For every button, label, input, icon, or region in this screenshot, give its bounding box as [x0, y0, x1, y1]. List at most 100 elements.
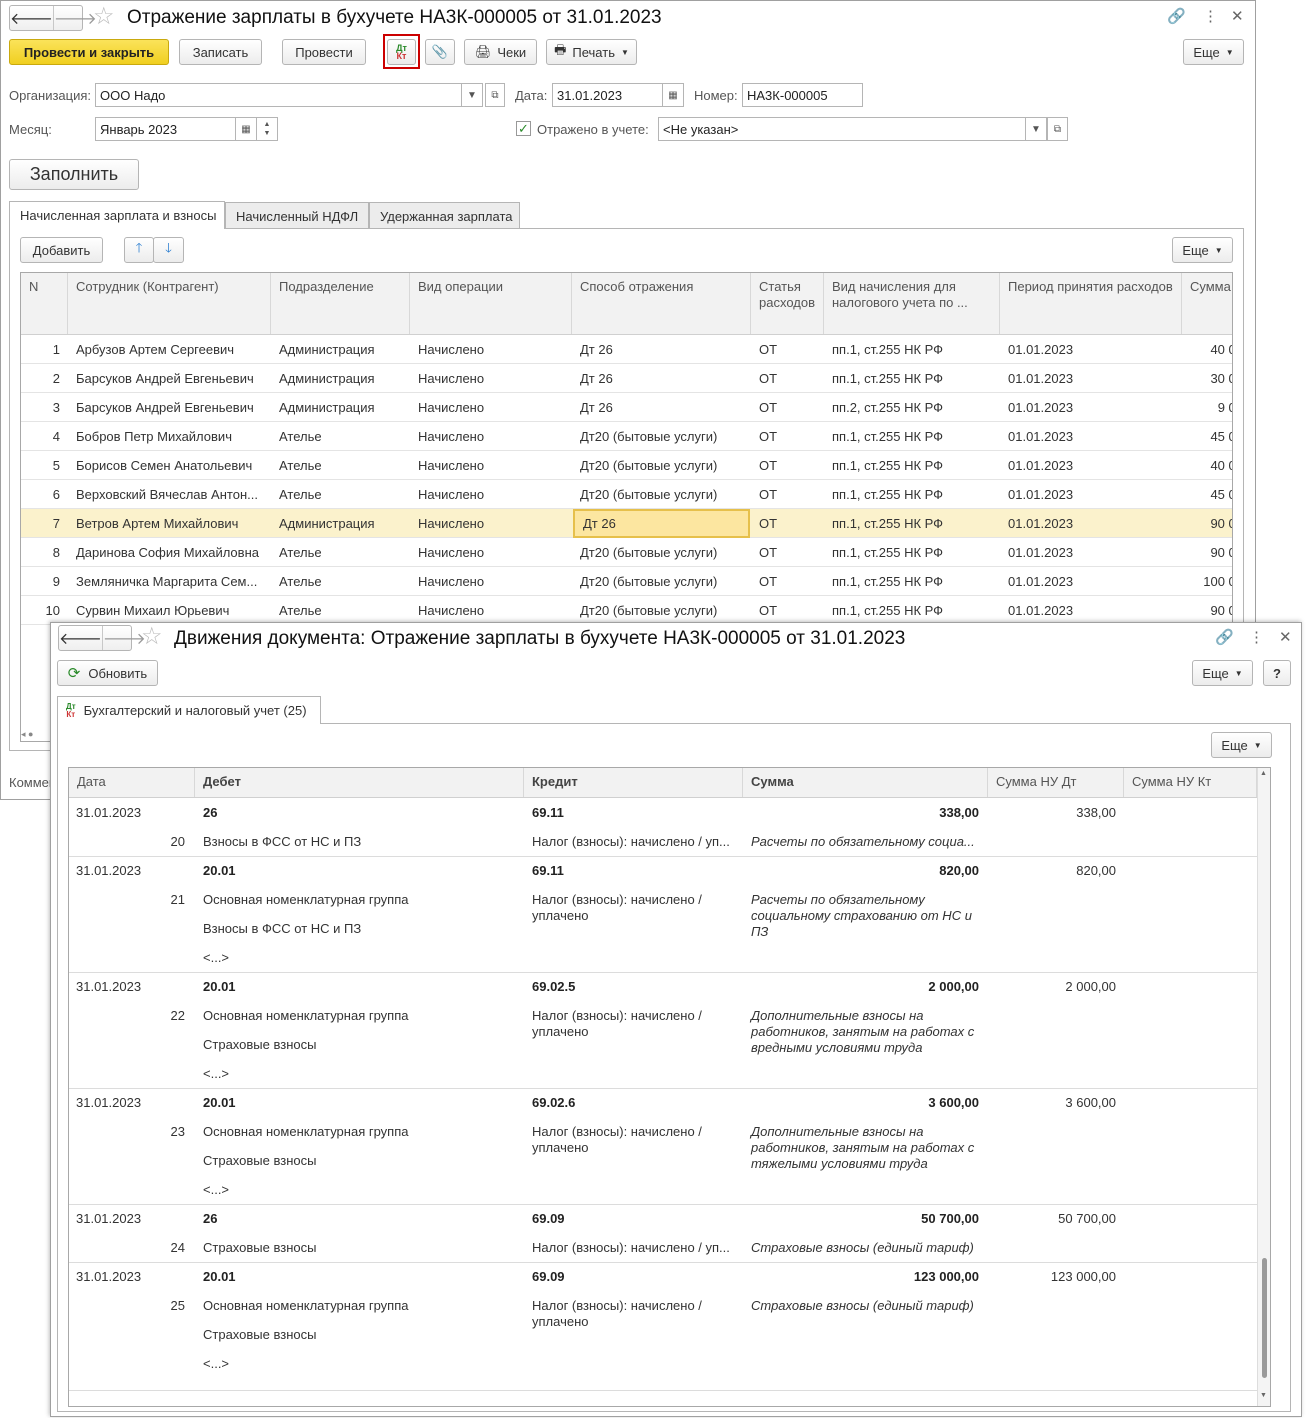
table-cell[interactable]: 01.01.2023 [1000, 596, 1182, 625]
link-icon[interactable]: 🔗 [1167, 7, 1186, 25]
move-up-icon[interactable]: 🡑 [124, 237, 154, 263]
table-cell[interactable]: Начислено [410, 567, 572, 596]
refresh-button[interactable]: ⟳ Обновить [57, 660, 158, 686]
table-cell[interactable]: Администрация [271, 393, 410, 422]
table-cell[interactable]: 01.01.2023 [1000, 538, 1182, 567]
table-cell[interactable]: Начислено [410, 480, 572, 509]
table-row[interactable]: 8 Даринова София Михайловна Ателье Начислен… [21, 538, 1232, 567]
col-sum[interactable]: Сумма [743, 768, 988, 797]
table-cell[interactable]: Бобров Петр Михайлович [68, 422, 271, 451]
more-button[interactable]: Еще ▼ [1183, 39, 1244, 65]
table-cell[interactable]: Ателье [271, 596, 410, 625]
table-cell[interactable]: 45 00 [1182, 480, 1232, 509]
post-button[interactable]: Провести [282, 39, 366, 65]
table-row[interactable]: 5 Борисов Семен Анатольевич Ателье Начислен… [21, 451, 1232, 480]
table-cell[interactable]: ОТ [751, 393, 824, 422]
help-button[interactable]: ? [1263, 660, 1291, 686]
organization-dropdown-icon[interactable]: ▼ [461, 83, 483, 107]
table-cell[interactable]: ОТ [751, 567, 824, 596]
col-expense-period[interactable]: Период принятия расходов [1000, 273, 1182, 334]
table-cell[interactable]: Дт 26 [573, 509, 750, 538]
scroll-up-icon[interactable]: ▲ [1260, 770, 1267, 777]
link-icon[interactable]: 🔗 [1215, 628, 1234, 646]
table-cell[interactable]: Дт20 (бытовые услуги) [572, 480, 751, 509]
table-cell[interactable]: 01.01.2023 [1000, 422, 1182, 451]
table-cell[interactable]: Верховский Вячеслав Антон... [68, 480, 271, 509]
table-row[interactable]: 4 Бобров Петр Михайлович Ателье Начислено Дт… [21, 422, 1232, 451]
table-cell[interactable]: Начислено [410, 451, 572, 480]
table-cell[interactable]: 01.01.2023 [1000, 480, 1182, 509]
table-cell[interactable]: Арбузов Артем Сергеевич [68, 335, 271, 364]
col-debit[interactable]: Дебет [195, 768, 524, 797]
table-row[interactable]: 6 Верховский Вячеслав Антон... Ателье Начис… [21, 480, 1232, 509]
table-cell[interactable]: Дт 26 [572, 393, 751, 422]
table-cell[interactable]: пп.2, ст.255 НК РФ [824, 393, 1000, 422]
table-cell[interactable]: 90 00 [1182, 596, 1232, 625]
table-cell[interactable]: пп.1, ст.255 НК РФ [824, 596, 1000, 625]
table-cell[interactable]: 6 [21, 480, 68, 509]
col-expense-item[interactable]: Статья расходов [751, 273, 824, 334]
print-button[interactable]: 🖶 Печать ▼ [546, 39, 637, 65]
table-cell[interactable]: 4 [21, 422, 68, 451]
col-n[interactable]: N [21, 273, 68, 334]
tab-accrued-salary[interactable]: Начисленная зарплата и взносы [9, 201, 225, 229]
date-field[interactable]: 31.01.2023 [552, 83, 663, 107]
table-cell[interactable]: ОТ [751, 596, 824, 625]
table-cell[interactable]: Администрация [271, 364, 410, 393]
up-arrow-icon[interactable]: ▲ [264, 120, 271, 129]
table-cell[interactable]: 01.01.2023 [1000, 393, 1182, 422]
table-cell[interactable]: Администрация [271, 335, 410, 364]
table-cell[interactable]: 01.01.2023 [1000, 567, 1182, 596]
table-cell[interactable]: ОТ [751, 422, 824, 451]
more-button[interactable]: Еще ▼ [1192, 660, 1253, 686]
table-cell[interactable]: ОТ [751, 364, 824, 393]
table-cell[interactable]: 7 [21, 509, 68, 538]
table-cell[interactable]: Ветров Артем Михайлович [68, 509, 271, 538]
col-employee[interactable]: Сотрудник (Контрагент) [68, 273, 271, 334]
table-cell[interactable]: Дт20 (бытовые услуги) [572, 596, 751, 625]
reflected-dropdown-icon[interactable]: ▼ [1025, 117, 1047, 141]
table-cell[interactable]: ОТ [751, 538, 824, 567]
col-operation[interactable]: Вид операции [410, 273, 572, 334]
forward-icon[interactable]: 🡒 [52, 6, 97, 30]
table-cell[interactable]: Сурвин Михаил Юрьевич [68, 596, 271, 625]
table-cell[interactable]: 1 [21, 335, 68, 364]
table-cell[interactable]: Дт 26 [572, 335, 751, 364]
table-cell[interactable]: Ателье [271, 480, 410, 509]
movement-entry[interactable]: 31.01.2023 21 20.01 Основная номенклатурная… [69, 856, 1257, 972]
table-cell[interactable]: Ателье [271, 451, 410, 480]
table-cell[interactable]: Начислено [410, 596, 572, 625]
table-cell[interactable]: 90 00 [1182, 509, 1232, 538]
number-field[interactable]: НА3К-000005 [742, 83, 863, 107]
table-row[interactable]: 3 Барсуков Андрей Евгеньевич Администрация… [21, 393, 1232, 422]
back-icon[interactable]: 🡐 [59, 626, 102, 650]
table-cell[interactable]: пп.1, ст.255 НК РФ [824, 451, 1000, 480]
more-vertical-icon[interactable]: ⋮ [1249, 628, 1264, 646]
col-department[interactable]: Подразделение [271, 273, 410, 334]
dt-kt-movements-button[interactable]: Дт Кт [387, 39, 416, 65]
close-icon[interactable]: ✕ [1231, 7, 1244, 25]
table-cell[interactable]: пп.1, ст.255 НК РФ [824, 509, 1000, 538]
table-cell[interactable]: 10 [21, 596, 68, 625]
tab-accrued-ndfl[interactable]: Начисленный НДФЛ [225, 202, 369, 229]
table-cell[interactable]: 01.01.2023 [1000, 509, 1182, 538]
back-icon[interactable]: 🡐 [10, 6, 53, 30]
fill-button[interactable]: Заполнить [9, 159, 139, 190]
vertical-scrollbar[interactable]: ▲ ▼ [1257, 768, 1270, 1406]
table-cell[interactable]: 100 00 [1182, 567, 1232, 596]
post-and-close-button[interactable]: Провести и закрыть [9, 39, 169, 65]
tab-accounting[interactable]: Дт Кт Бухгалтерский и налоговый учет (25) [57, 696, 321, 724]
table-cell[interactable]: 40 00 [1182, 451, 1232, 480]
organization-open-icon[interactable]: ⧉ [485, 83, 505, 107]
table-more-button[interactable]: Еще ▼ [1172, 237, 1233, 263]
table-cell[interactable]: ОТ [751, 335, 824, 364]
month-field[interactable]: Январь 2023 [95, 117, 236, 141]
table-cell[interactable]: пп.1, ст.255 НК РФ [824, 567, 1000, 596]
reflected-field[interactable]: <Не указан> [658, 117, 1026, 141]
table-cell[interactable]: 9 [21, 567, 68, 596]
movement-entry[interactable]: 31.01.2023 24 26 Страховые взносы 69.09 Налог… [69, 1204, 1257, 1262]
table-cell[interactable]: Земляничка Маргарита Сем... [68, 567, 271, 596]
movement-entry[interactable]: 31.01.2023 20 26 Взносы в ФСС от НС и ПЗ 69.… [69, 798, 1257, 856]
table-cell[interactable]: Дт20 (бытовые услуги) [572, 567, 751, 596]
table-cell[interactable]: Дт20 (бытовые услуги) [572, 451, 751, 480]
